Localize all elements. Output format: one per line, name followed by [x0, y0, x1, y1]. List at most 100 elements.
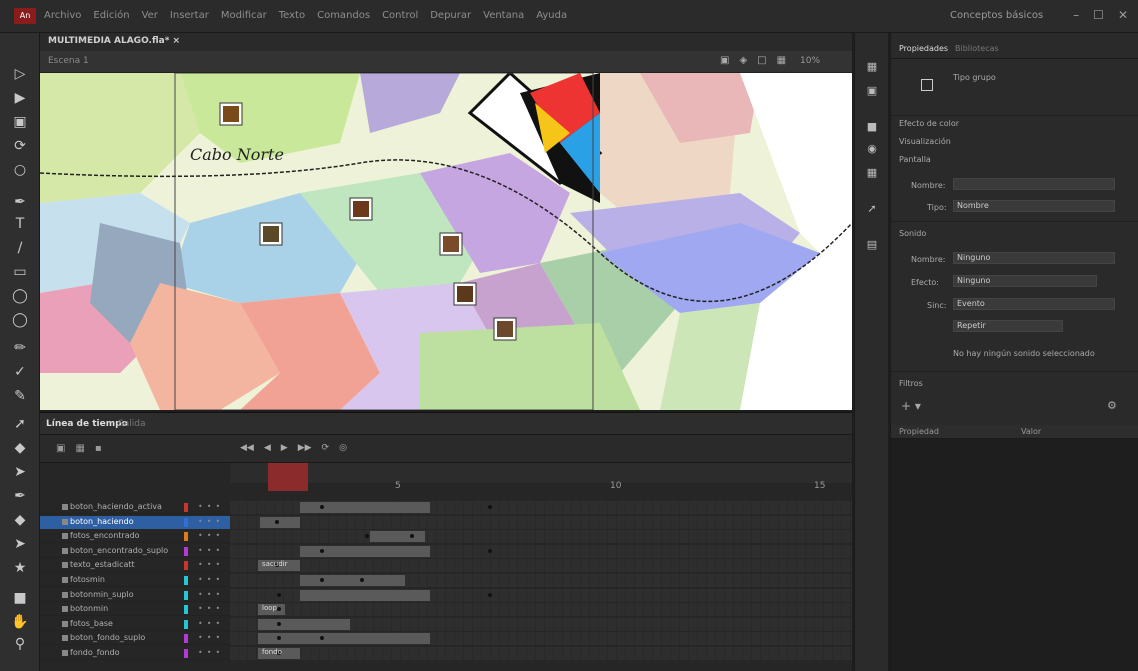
ink-bottle-tool-icon[interactable]: ➤: [10, 463, 30, 481]
layer-color-swatch[interactable]: [184, 649, 188, 658]
menu-depurar[interactable]: Depurar: [430, 10, 471, 21]
menu-ver[interactable]: Ver: [142, 10, 158, 21]
layer-visibility-toggles[interactable]: •••: [198, 604, 224, 613]
frame-span[interactable]: [370, 531, 425, 543]
library-icon[interactable]: ■: [864, 119, 880, 135]
new-layer-icon[interactable]: ▣: [56, 443, 65, 454]
menu-insertar[interactable]: Insertar: [170, 10, 209, 21]
layer-header[interactable]: texto_estadicatt •••: [40, 559, 230, 572]
paint-brush-tool-icon[interactable]: ✎: [10, 387, 30, 405]
layer-frames[interactable]: [230, 530, 852, 544]
keyframe[interactable]: [320, 578, 324, 582]
frame-span[interactable]: [260, 516, 300, 528]
scene-label[interactable]: Escena 1: [48, 56, 89, 66]
playhead[interactable]: [268, 463, 308, 491]
layer-frames[interactable]: fondo: [230, 647, 852, 660]
3d-rotation-tool-icon[interactable]: ⟳: [10, 137, 30, 155]
info-icon[interactable]: ▣: [864, 83, 880, 99]
components-icon[interactable]: ▤: [864, 237, 880, 253]
layer-color-swatch[interactable]: [184, 576, 188, 585]
workspace-switcher[interactable]: Conceptos básicos: [950, 10, 1043, 21]
type-field[interactable]: Nombre: [953, 200, 1115, 212]
tab-libraries[interactable]: Bibliotecas: [955, 44, 999, 53]
layer-header[interactable]: fotosmin •••: [40, 574, 230, 587]
layer-row[interactable]: botonmin ••• loop: [40, 603, 852, 617]
maximize-icon[interactable]: ☐: [1093, 8, 1104, 22]
layer-row[interactable]: fotos_base •••: [40, 617, 852, 631]
layer-visibility-toggles[interactable]: •••: [198, 648, 224, 657]
polystar-tool-icon[interactable]: ◯: [10, 311, 30, 329]
tab-output[interactable]: Salida: [118, 419, 145, 429]
layer-visibility-toggles[interactable]: •••: [198, 517, 224, 526]
keyframe[interactable]: [320, 505, 324, 509]
layer-header[interactable]: boton_haciendo_activa •••: [40, 501, 230, 514]
pencil-tool-icon[interactable]: ✏: [10, 339, 30, 357]
keyframe[interactable]: [277, 621, 281, 626]
section-sound-header[interactable]: Sonido: [899, 229, 926, 238]
name-field[interactable]: [953, 178, 1115, 190]
oval-tool-icon[interactable]: ◯: [10, 287, 30, 305]
layer-frames[interactable]: [230, 515, 852, 529]
zoom-select[interactable]: 10%: [800, 56, 820, 66]
width-tool-icon[interactable]: ➤: [10, 535, 30, 553]
edit-scene-icon[interactable]: ▣: [720, 55, 729, 66]
keyframe[interactable]: [488, 592, 492, 597]
keyframe[interactable]: [277, 592, 281, 597]
layer-visibility-toggles[interactable]: •••: [198, 560, 224, 569]
layer-frames[interactable]: [230, 632, 852, 646]
layer-row[interactable]: texto_estadicatt ••• sacudir: [40, 559, 852, 573]
layer-header[interactable]: boton_haciendo •••: [40, 515, 230, 529]
play-icon[interactable]: ▶: [281, 443, 288, 453]
pin-tool-icon[interactable]: ★: [10, 559, 30, 577]
layer-frames[interactable]: sacudir: [230, 559, 852, 573]
menu-archivo[interactable]: Archivo: [44, 10, 81, 21]
eraser-tool-icon[interactable]: ◆: [10, 511, 30, 529]
layer-header[interactable]: boton_encontrado_suplo •••: [40, 545, 230, 558]
paint-bucket-tool-icon[interactable]: ◆: [10, 439, 30, 457]
section-display-header[interactable]: Pantalla: [899, 155, 931, 164]
layer-color-swatch[interactable]: [184, 605, 188, 615]
layer-row[interactable]: botonmin_suplo •••: [40, 588, 852, 602]
layer-frames[interactable]: [230, 544, 852, 558]
keyframe[interactable]: [488, 505, 492, 509]
pen-tool-icon[interactable]: ✒: [10, 193, 30, 211]
document-tab[interactable]: MULTIMEDIA ALAGO.fla* ×: [48, 36, 180, 46]
layer-header[interactable]: botonmin •••: [40, 603, 230, 616]
keyframe[interactable]: [365, 534, 369, 539]
layer-frames[interactable]: [230, 501, 852, 514]
center-icon[interactable]: ▦: [777, 55, 786, 66]
sync-select[interactable]: Evento: [953, 298, 1115, 310]
delete-layer-icon[interactable]: ▪: [95, 443, 102, 454]
section-display[interactable]: Visualización: [899, 137, 951, 146]
layer-color-swatch[interactable]: [184, 503, 188, 512]
layer-header[interactable]: botonmin_suplo •••: [40, 589, 230, 602]
layer-visibility-toggles[interactable]: •••: [198, 546, 224, 555]
brush-tool-icon[interactable]: ✓: [10, 363, 30, 381]
zoom-tool-icon[interactable]: ⚲: [10, 635, 30, 653]
layer-row[interactable]: boton_haciendo •••: [40, 515, 852, 529]
layer-header[interactable]: fotos_encontrado •••: [40, 530, 230, 543]
transform-tool-icon[interactable]: ▣: [10, 113, 30, 131]
layer-color-swatch[interactable]: [184, 532, 188, 542]
layer-visibility-toggles[interactable]: •••: [198, 633, 224, 642]
layer-row[interactable]: boton_fondo_suplo •••: [40, 632, 852, 646]
selection-tool-icon[interactable]: ▷: [10, 65, 30, 83]
section-color-effect[interactable]: Efecto de color: [899, 119, 959, 128]
layer-row[interactable]: fotosmin •••: [40, 574, 852, 587]
layer-color-swatch[interactable]: [184, 546, 188, 556]
menu-texto[interactable]: Texto: [279, 10, 305, 21]
menu-ayuda[interactable]: Ayuda: [536, 10, 567, 21]
rectangle-tool-icon[interactable]: ▭: [10, 263, 30, 281]
add-filter-icon[interactable]: + ▾: [901, 399, 921, 413]
keyframe[interactable]: [360, 578, 364, 582]
layer-frames[interactable]: [230, 617, 852, 631]
color-icon[interactable]: ◉: [864, 141, 880, 157]
section-filters-header[interactable]: Filtros: [899, 379, 923, 388]
frame-span[interactable]: [300, 589, 430, 601]
sound-name-select[interactable]: Ninguno: [953, 252, 1115, 264]
next-frame-icon[interactable]: ▶▶: [298, 443, 312, 453]
onion-skin-icon[interactable]: ◎: [339, 443, 347, 453]
layer-visibility-toggles[interactable]: •••: [198, 502, 224, 511]
first-frame-icon[interactable]: ◀◀: [240, 443, 254, 453]
prev-frame-icon[interactable]: ◀: [264, 443, 271, 453]
